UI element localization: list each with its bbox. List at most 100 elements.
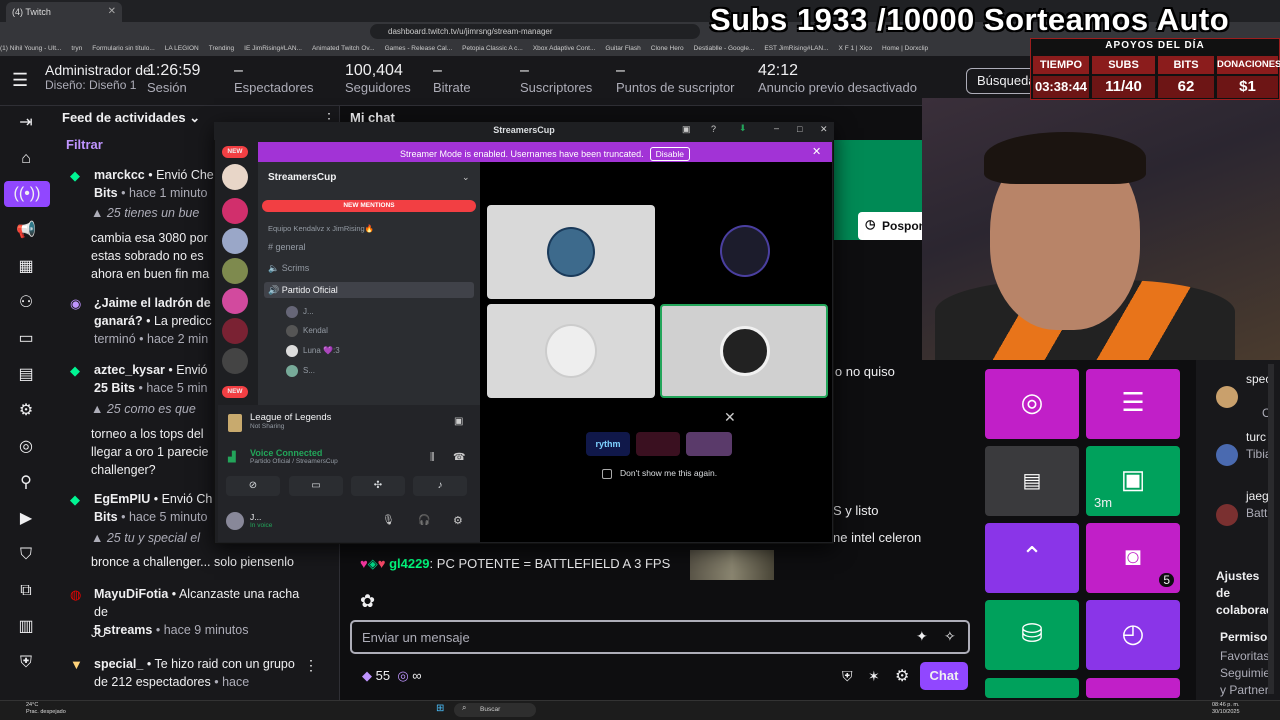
bookmark-item[interactable]: Trending bbox=[209, 42, 234, 52]
server-icon[interactable] bbox=[222, 164, 248, 190]
quick-action-button[interactable]: ⛁ bbox=[985, 600, 1079, 670]
maximize-icon[interactable]: □ bbox=[797, 124, 802, 134]
settings-icon[interactable]: ⚙ bbox=[10, 398, 42, 424]
community-icon[interactable]: ⚇ bbox=[10, 290, 42, 316]
book-icon[interactable]: ▥ bbox=[10, 614, 42, 640]
windows-start-icon[interactable]: ⊞ bbox=[436, 703, 444, 714]
camera-off-button[interactable]: ⊘ bbox=[226, 476, 280, 496]
chat-send-button[interactable]: Chat bbox=[920, 662, 968, 690]
screen-share-icon[interactable]: ▣ bbox=[454, 416, 463, 427]
shield-icon[interactable]: ⛨ bbox=[10, 650, 42, 676]
bookmark-item[interactable]: EST JimRising#LAN... bbox=[764, 42, 828, 52]
voice-user[interactable]: J... bbox=[286, 306, 314, 318]
translate-icon[interactable]: ✧ bbox=[944, 628, 956, 645]
bookmark-item[interactable]: Guitar Flash bbox=[605, 42, 640, 52]
viewer-rewards-icon[interactable]: ◎ bbox=[10, 434, 42, 460]
content-icon[interactable]: ▭ bbox=[10, 326, 42, 352]
minimize-icon[interactable]: – bbox=[774, 123, 779, 133]
quick-action-button[interactable]: ◙ 5 bbox=[1086, 523, 1180, 593]
emote-icon[interactable]: ✦ bbox=[916, 628, 928, 645]
filter-button[interactable]: Filtrar bbox=[66, 137, 103, 152]
broadcast-icon[interactable]: ((•)) bbox=[4, 181, 50, 207]
app-icon[interactable] bbox=[686, 432, 732, 456]
bookmark-item[interactable]: Xbox Adaptive Cont... bbox=[533, 42, 596, 52]
collapse-icon[interactable]: ⇥ bbox=[10, 110, 42, 136]
server-icon[interactable] bbox=[222, 228, 248, 254]
feed-title[interactable]: Feed de actividades ⌄ bbox=[62, 110, 200, 126]
microphone-icon[interactable]: 🎙 bbox=[382, 515, 395, 526]
megaphone-icon[interactable]: 📢 bbox=[10, 218, 42, 244]
monetization-icon[interactable]: ▤ bbox=[10, 362, 42, 388]
quick-action-button[interactable]: ◴ bbox=[1086, 600, 1180, 670]
bookmark-item[interactable]: Formulario sin título... bbox=[92, 42, 155, 52]
download-icon[interactable]: ⬇ bbox=[739, 123, 747, 134]
voice-user[interactable]: S... bbox=[286, 365, 315, 377]
shield-mod-icon[interactable]: ⛨ bbox=[842, 668, 853, 685]
server-icon[interactable] bbox=[222, 288, 248, 314]
close-icon[interactable]: ✕ bbox=[812, 145, 821, 158]
server-icon[interactable] bbox=[222, 318, 248, 344]
activities-button[interactable]: ✣ bbox=[351, 476, 405, 496]
quick-action-button[interactable]: ◎ bbox=[985, 369, 1079, 439]
disable-button[interactable]: Disable bbox=[649, 147, 690, 161]
voice-tile[interactable] bbox=[660, 205, 828, 299]
noise-suppression-icon[interactable]: ⫼ bbox=[430, 452, 435, 463]
menu-icon[interactable]: ☰ bbox=[12, 70, 28, 91]
chevron-down-icon[interactable]: ⌄ bbox=[462, 172, 470, 183]
chat-settings-icon[interactable]: ⚙ bbox=[895, 666, 909, 686]
chat-input[interactable]: Enviar un mensaje bbox=[350, 620, 970, 654]
bookmark-item[interactable]: X F 1 | Xico bbox=[839, 42, 872, 52]
bookmark-item[interactable]: Animated Twitch Ov... bbox=[312, 42, 375, 52]
server-icon[interactable] bbox=[222, 348, 248, 374]
avatar[interactable] bbox=[226, 512, 244, 530]
channel-partido-oficial[interactable]: 🔊 Partido Oficial bbox=[264, 282, 474, 298]
soundboard-button[interactable]: ♪ bbox=[413, 476, 467, 496]
close-icon[interactable]: ✕ bbox=[820, 124, 828, 135]
close-icon[interactable]: ✕ bbox=[724, 409, 736, 426]
server-name[interactable]: StreamersCup bbox=[268, 172, 336, 183]
bookmark-item[interactable]: tryn bbox=[71, 42, 82, 52]
scrollbar[interactable] bbox=[1268, 364, 1274, 694]
home-icon[interactable]: ⌂ bbox=[10, 146, 42, 172]
dont-show-checkbox[interactable]: Don't show me this again. bbox=[602, 468, 717, 479]
new-mentions-bar[interactable]: NEW MENTIONS bbox=[262, 200, 476, 212]
quick-action-button[interactable]: ⌃ bbox=[985, 523, 1079, 593]
bookmark-item[interactable]: IE JimRising#LAN... bbox=[244, 42, 302, 52]
close-icon[interactable]: ✕ bbox=[108, 6, 116, 17]
inbox-icon[interactable]: ▣ bbox=[682, 124, 691, 135]
analytics-icon[interactable]: ▦ bbox=[10, 254, 42, 280]
bookmark-item[interactable]: LA LEGION bbox=[165, 42, 199, 52]
server-icon[interactable] bbox=[222, 198, 248, 224]
quick-action-button[interactable] bbox=[1086, 678, 1180, 698]
video-icon[interactable]: ▶ bbox=[10, 506, 42, 532]
bookmark-item[interactable]: (1) Nihil Young - Ult... bbox=[0, 42, 61, 52]
weather-widget[interactable]: 24°C Prac. despejado bbox=[26, 702, 66, 716]
screen-share-button[interactable]: ▭ bbox=[289, 476, 343, 496]
app-icon[interactable] bbox=[636, 432, 680, 456]
server-icon[interactable] bbox=[222, 258, 248, 284]
channel-general[interactable]: # general bbox=[268, 242, 306, 252]
bookmark-item[interactable]: Games - Release Cal... bbox=[385, 42, 453, 52]
quick-action-button[interactable]: ☰ bbox=[1086, 369, 1180, 439]
url-field[interactable]: dashboard.twitch.tv/u/jimrsng/stream-man… bbox=[370, 24, 700, 39]
quick-action-button[interactable] bbox=[985, 678, 1079, 698]
bookmark-item[interactable]: Destiablle - Google... bbox=[694, 42, 755, 52]
magic-wand-icon[interactable]: ✶ bbox=[868, 668, 880, 685]
postpone-button[interactable]: ◷ Pospone bbox=[858, 212, 933, 240]
voice-tile[interactable] bbox=[487, 205, 655, 299]
badge-icon[interactable]: ⛉ bbox=[10, 542, 42, 568]
headphones-icon[interactable]: 🎧 bbox=[418, 515, 430, 526]
channel-category[interactable]: Equipo Kendalvz x JimRising🔥 bbox=[268, 224, 374, 233]
voice-tile[interactable] bbox=[487, 304, 655, 398]
bookmark-item[interactable]: Petopia Classic A c... bbox=[462, 42, 523, 52]
bookmark-item[interactable]: Home | Dorxclip bbox=[882, 42, 928, 52]
user-settings-icon[interactable]: ⚙ bbox=[453, 514, 463, 527]
add-user-icon[interactable]: ⚲ bbox=[10, 470, 42, 496]
help-icon[interactable]: ? bbox=[711, 124, 716, 134]
chat-username[interactable]: gl4229 bbox=[389, 556, 429, 571]
channel-points[interactable]: ◆ 55 ◎ ∞ bbox=[362, 668, 422, 684]
quick-action-button[interactable]: ▤ bbox=[985, 446, 1079, 516]
channel-scrims[interactable]: 🔈 Scrims bbox=[268, 263, 309, 274]
disconnect-icon[interactable]: ☎ bbox=[453, 452, 465, 463]
more-icon[interactable]: ⋮ bbox=[304, 657, 318, 674]
